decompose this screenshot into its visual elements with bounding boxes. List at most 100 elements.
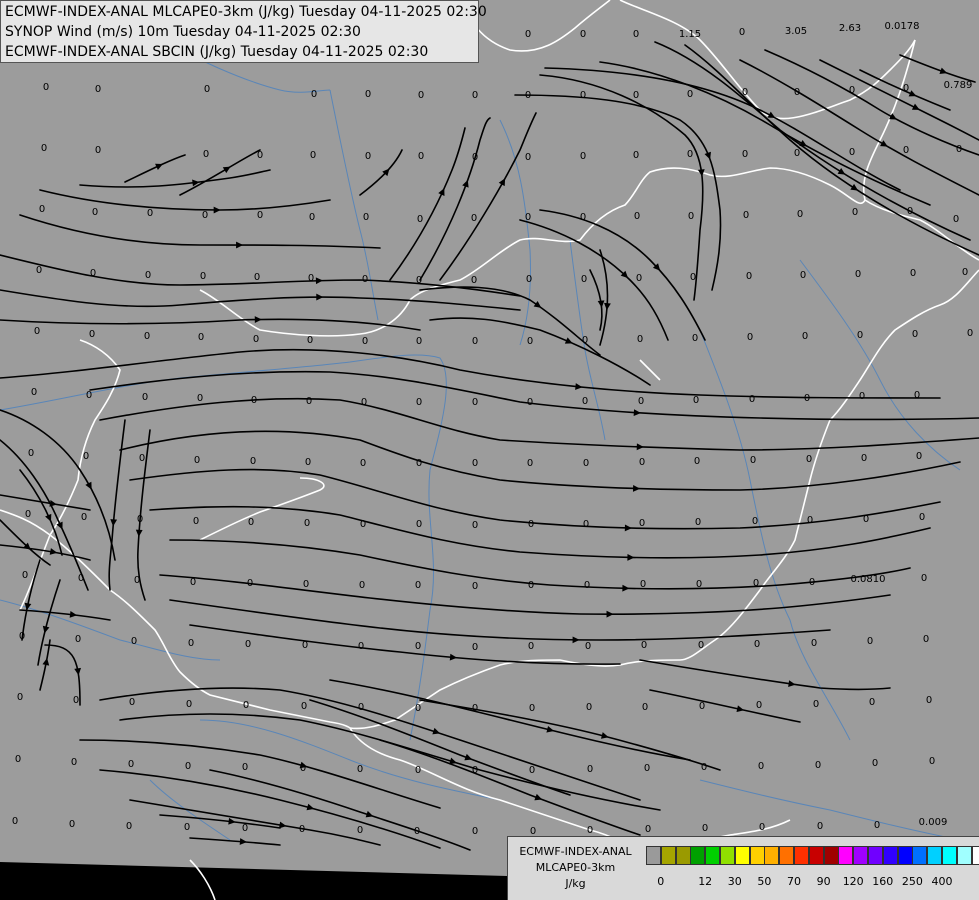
cape-value: 0: [310, 150, 316, 161]
cape-value: 0: [34, 326, 40, 337]
legend-swatch: [838, 846, 854, 865]
cape-value: 0: [75, 634, 81, 645]
cape-value: 0: [753, 578, 759, 589]
cape-value: 0: [86, 390, 92, 401]
cape-value: 0: [953, 214, 959, 225]
streamline-arrowhead: [908, 90, 917, 97]
cape-value: 0: [752, 516, 758, 527]
cape-value: 0: [358, 702, 364, 713]
cape-value: 0: [743, 210, 749, 221]
streamline: [309, 699, 571, 796]
cape-value: 0: [874, 820, 880, 831]
cape-value: 0: [358, 641, 364, 652]
cape-value: 0: [634, 211, 640, 222]
cape-value: 0: [758, 761, 764, 772]
cape-value: 0: [914, 390, 920, 401]
cape-value: 0: [36, 265, 42, 276]
cape-value: 0: [360, 458, 366, 469]
cape-value: 0: [71, 757, 77, 768]
cape-value: 0: [415, 641, 421, 652]
cape-value: 0: [418, 151, 424, 162]
border-cz-sk: [619, 0, 916, 120]
cape-value: 0: [357, 825, 363, 836]
cape-value: 0: [257, 210, 263, 221]
cape-value: 0: [747, 332, 753, 343]
legend-tick-label: 400: [931, 875, 953, 888]
cape-value: 0: [809, 577, 815, 588]
streamline-arrowhead: [633, 409, 641, 417]
cape-value: 0: [83, 451, 89, 462]
cape-value: 0: [185, 761, 191, 772]
cape-value: 0: [472, 458, 478, 469]
legend-swatch: [882, 846, 898, 865]
cape-value: 0: [746, 271, 752, 282]
streamline-arrowhead: [74, 667, 82, 676]
streamline-arrowhead: [315, 277, 323, 285]
legend-swatch: [779, 846, 795, 865]
cape-value: 0: [807, 515, 813, 526]
streamline-arrowhead: [45, 513, 52, 522]
cape-value: 0: [633, 29, 639, 40]
streamline: [159, 574, 891, 615]
cape-value: 0: [694, 456, 700, 467]
cape-value: 0: [698, 640, 704, 651]
streamline-arrowhead: [632, 485, 641, 492]
streamline: [589, 269, 603, 331]
cape-value: 0: [527, 336, 533, 347]
streamline: [329, 679, 691, 761]
legend-swatch: [971, 846, 979, 865]
streamline: [89, 370, 979, 421]
cape-value: 0: [638, 396, 644, 407]
cape-value: 0: [28, 448, 34, 459]
cape-value: 0: [203, 149, 209, 160]
streamline: [19, 214, 381, 249]
cape-value: 0: [849, 85, 855, 96]
cape-value: 0: [642, 702, 648, 713]
streamline: [419, 117, 491, 281]
cape-value: 0: [580, 212, 586, 223]
streamline-arrowhead: [534, 793, 543, 801]
cape-value: 0: [200, 271, 206, 282]
streamline-arrowhead: [498, 178, 506, 187]
weather-map[interactable]: 0 0 0 1.15 0 3.05 2.63 0.0178 0.789 0 0 0 0 0 0 0 0 0 0 0 0 0…: [0, 0, 979, 900]
cape-value: 0: [855, 269, 861, 280]
cape-value: 0: [867, 636, 873, 647]
river-se: [699, 779, 961, 841]
cape-value: 0: [903, 145, 909, 156]
cape-value: 0: [797, 209, 803, 220]
cape-value: 0: [759, 822, 765, 833]
legend-swatch: [912, 846, 928, 865]
streamline: [539, 74, 704, 301]
legend-label-source: ECMWF-INDEX-ANAL: [519, 845, 632, 858]
cape-value: 3.05: [785, 26, 807, 37]
cape-value: 0: [912, 329, 918, 340]
streamline-arrowhead: [306, 803, 315, 811]
legend-tick-label: 70: [787, 875, 801, 888]
cape-value: 0: [471, 275, 477, 286]
streamline-arrowhead: [254, 316, 262, 323]
cape-value: 0: [415, 580, 421, 591]
cape-value: 0: [248, 517, 254, 528]
cape-value: 0: [525, 90, 531, 101]
cape-value: 0: [472, 397, 478, 408]
streamline: [0, 289, 521, 311]
cape-value: 0: [365, 151, 371, 162]
streamline: [0, 348, 941, 399]
cape-value: 0: [418, 90, 424, 101]
cape-value: 0: [41, 143, 47, 154]
cape-value: 0: [198, 332, 204, 343]
cape-value: 0: [39, 204, 45, 215]
streamline-arrowhead: [564, 337, 573, 344]
streamline-arrowhead: [236, 241, 244, 249]
cape-value: 0: [637, 334, 643, 345]
legend-tick-label: 90: [816, 875, 831, 888]
streamline-arrowhead: [704, 151, 711, 160]
cape-value: 0: [794, 87, 800, 98]
color-legend: ECMWF-INDEX-ANAL MLCAPE0-3km J/kg 0 12 30 5…: [507, 836, 979, 900]
streamline-arrowhead: [135, 529, 143, 537]
cape-value: 0: [580, 29, 586, 40]
cape-value: 0.0810: [851, 574, 886, 585]
cape-value: 0: [188, 638, 194, 649]
river-morava: [329, 89, 379, 321]
cape-value: 0: [417, 214, 423, 225]
